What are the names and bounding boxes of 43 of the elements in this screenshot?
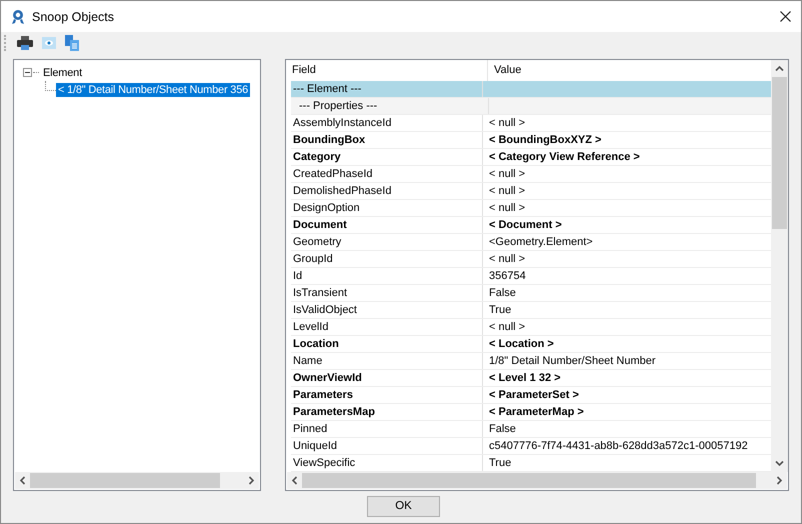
table-cell-text: Geometry [292,235,342,250]
collapse-icon[interactable] [23,68,32,77]
table-cell-text: Parameters [292,388,354,403]
table-cell-text: DesignOption [292,201,361,216]
ok-button[interactable]: OK [367,496,440,516]
table-cell-text: ViewSpecific [292,456,356,471]
table-cell-text: IsTransient [292,286,348,301]
window-title: Snoop Objects [32,10,114,24]
tree-item[interactable]: < 1/8" Detail Number/Sheet Number 356 [56,82,250,96]
table-cell-text: --- Properties --- [298,99,378,114]
chevron-right-icon[interactable] [248,476,255,485]
table-cell-text: BoundingBox [292,133,366,148]
chevron-left-icon[interactable] [291,476,298,485]
table-cell-text: GroupId [292,252,334,267]
table-cell-text: --- Element --- [292,82,362,97]
horizontal-scrollbar[interactable] [15,472,259,489]
eye-icon[interactable] [42,37,56,49]
table-cell-text: LevelId [292,320,330,335]
table-cell-text: Category [292,150,342,165]
horizontal-scrollbar[interactable] [287,472,787,489]
table-cell-text: IsValidObject [292,303,358,318]
table-cell-text: ParametersMap [292,405,376,420]
chevron-down-icon[interactable] [775,460,784,467]
table-cell-text: AssemblyInstanceId [292,116,392,131]
chevron-left-icon[interactable] [19,476,26,485]
table-cell-text: Location [292,337,340,352]
close-icon[interactable] [780,11,791,22]
table-cell-text: Name [292,354,324,369]
tree-item[interactable]: Element [41,66,84,80]
column-header[interactable]: Field [286,60,487,81]
vertical-scrollbar[interactable] [771,60,788,472]
table-cell-text: Pinned [292,422,328,437]
printer-icon[interactable] [17,36,33,50]
table-cell-text: UniqueId [292,439,338,454]
chevron-up-icon[interactable] [775,65,784,72]
table-cell-text: Document [292,218,348,233]
ribbon-icon [11,8,25,24]
table-cell-text: OwnerViewId [292,371,363,386]
chevron-right-icon[interactable] [776,476,783,485]
documents-icon[interactable] [65,35,79,51]
table-cell-text: DemolishedPhaseId [292,184,392,199]
table-cell-text: CreatedPhaseId [292,167,374,182]
table-cell-text: Id [292,269,304,284]
